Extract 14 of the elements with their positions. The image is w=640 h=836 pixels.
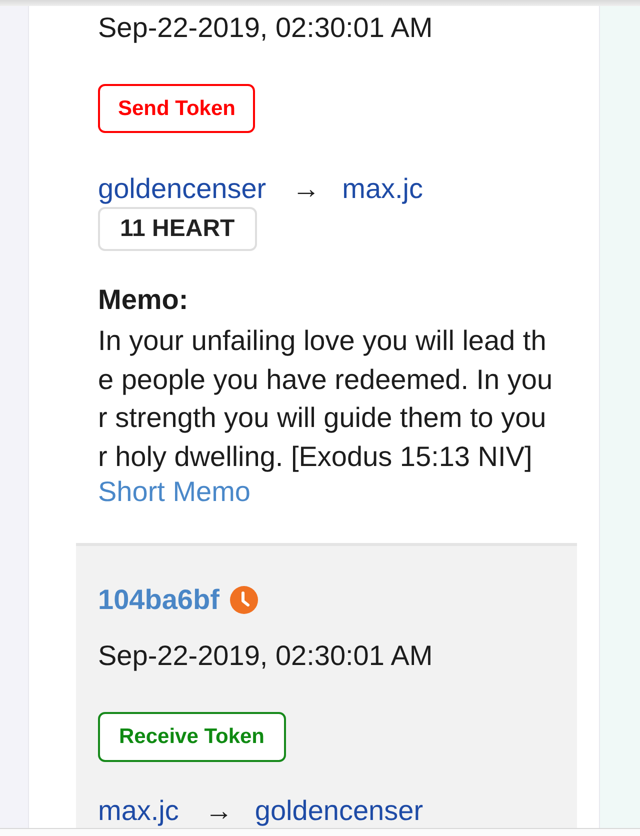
- account-link[interactable]: max.jc: [98, 796, 179, 826]
- timestamp-text: Sep-22-2019, 02:30:01 AM: [98, 11, 433, 45]
- account-link[interactable]: goldencenser: [254, 796, 424, 826]
- amount-tag: 11 HEART: [98, 207, 257, 251]
- transaction-type-tag: Receive Token: [98, 712, 286, 762]
- transfer-arrow: →: [204, 796, 233, 826]
- account-link[interactable]: max.jc: [342, 174, 424, 204]
- short-memo-link[interactable]: Short Memo: [98, 476, 250, 507]
- timestamp-text: Sep-22-2019, 02:30:01 AM: [98, 638, 433, 673]
- memo-label: Memo:: [98, 283, 188, 317]
- transaction-type-tag: Send Token: [98, 84, 256, 133]
- account-link[interactable]: goldencenser: [98, 174, 266, 204]
- memo-text: In your unfailing love you will lead the people you have redeemed. In your strength you will guide them to your holy dwelling. [Exodus 15:13 NIV]: [98, 324, 554, 474]
- transfer-arrow: →: [292, 174, 320, 204]
